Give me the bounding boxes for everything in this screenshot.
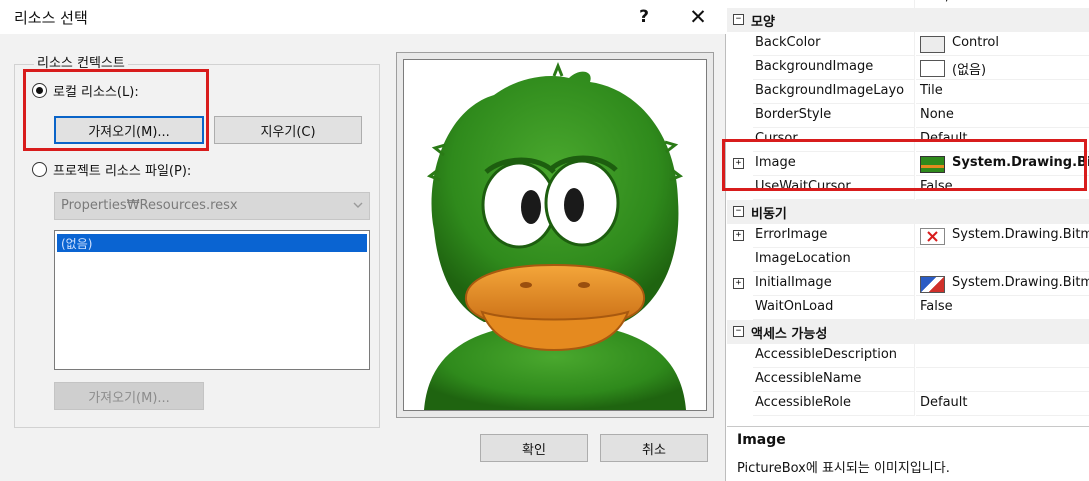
resource-listbox[interactable]: (없음) bbox=[54, 230, 370, 370]
dialog-titlebar: 리소스 선택 ? ✕ bbox=[0, 0, 726, 34]
property-row[interactable]: + ErrorImage System.Drawing.Bitmap bbox=[727, 224, 1089, 248]
property-row[interactable]: AccessibleDescription bbox=[727, 344, 1089, 368]
category-name: 모양 bbox=[751, 15, 775, 30]
property-category[interactable]: − 액세스 가능성 bbox=[727, 320, 1089, 344]
property-value[interactable]: False bbox=[916, 296, 1089, 320]
plus-box-icon[interactable]: + bbox=[733, 230, 744, 241]
property-value[interactable]: None bbox=[916, 104, 1089, 128]
resource-select-dialog: 리소스 선택 ? ✕ 리소스 컨텍스트 로컬 리소스(L): 가져오기(M)..… bbox=[0, 0, 726, 481]
empty-swatch-icon bbox=[920, 60, 945, 77]
property-name: BackgroundImage bbox=[753, 56, 915, 80]
import-button[interactable]: 가져오기(M)... bbox=[54, 116, 204, 144]
radio-unchecked-icon bbox=[32, 162, 47, 177]
property-value[interactable]: System.Drawing.Bitmap bbox=[916, 272, 1089, 296]
close-button[interactable]: ✕ bbox=[683, 3, 713, 31]
property-value-text: System.Drawing.Bitmap bbox=[952, 227, 1089, 242]
plus-box-icon[interactable]: + bbox=[733, 278, 744, 289]
property-name: UseWaitCursor bbox=[753, 176, 915, 200]
property-row[interactable]: WaitOnLoad False bbox=[727, 296, 1089, 320]
duck-swatch-icon bbox=[920, 156, 945, 173]
radio-checked-icon bbox=[32, 83, 47, 98]
property-row[interactable]: BackColor Control bbox=[727, 32, 1089, 56]
image-preview-frame bbox=[396, 52, 714, 418]
property-row[interactable]: + InitialImage System.Drawing.Bitmap bbox=[727, 272, 1089, 296]
error-swatch-icon bbox=[920, 228, 945, 245]
property-row[interactable]: AccessibleName bbox=[727, 368, 1089, 392]
property-name: BorderStyle bbox=[753, 104, 915, 128]
property-name: WaitOnLoad bbox=[753, 296, 915, 320]
property-description: Image PictureBox에 표시되는 이미지입니다. bbox=[727, 426, 1089, 481]
property-category[interactable]: − 모양 bbox=[727, 8, 1089, 32]
description-title: Image bbox=[737, 432, 786, 448]
local-resource-label: 로컬 리소스(L): bbox=[53, 85, 139, 100]
property-row[interactable]: BackgroundImageLayo Tile bbox=[727, 80, 1089, 104]
resource-file-combo-value: Properties₩Resources.resx bbox=[61, 198, 238, 213]
control-swatch-icon bbox=[920, 36, 945, 53]
project-resource-radio[interactable]: 프로젝트 리소스 파일(P): bbox=[32, 160, 191, 179]
property-value[interactable]: (없음) bbox=[916, 56, 1089, 80]
category-name: 액세스 가능성 bbox=[751, 327, 828, 342]
property-value-text: False bbox=[920, 299, 953, 314]
chevron-down-icon bbox=[353, 202, 363, 208]
property-name: AccessibleDescription bbox=[753, 344, 915, 368]
ok-button[interactable]: 확인 bbox=[480, 434, 588, 462]
property-value[interactable] bbox=[916, 248, 1089, 272]
plus-box-icon[interactable]: + bbox=[733, 158, 744, 169]
property-value-text: False bbox=[920, 179, 953, 194]
dialog-title: 리소스 선택 bbox=[14, 9, 88, 27]
property-row[interactable]: Cursor Default bbox=[727, 128, 1089, 152]
import-button-disabled: 가져오기(M)... bbox=[54, 382, 204, 410]
property-category[interactable]: − 비동기 bbox=[727, 200, 1089, 224]
help-button[interactable]: ? bbox=[630, 3, 658, 31]
property-value[interactable]: Control bbox=[916, 32, 1089, 56]
property-value[interactable]: False bbox=[916, 176, 1089, 200]
property-name: Cursor bbox=[753, 128, 915, 152]
property-name: BackgroundImageLayo bbox=[753, 80, 915, 104]
property-row[interactable]: UseWaitCursor False bbox=[727, 176, 1089, 200]
property-value[interactable]: Default bbox=[916, 128, 1089, 152]
property-grid: Size 248, 377 −모양BackColorControlBackgro… bbox=[722, 0, 1089, 481]
image-preview bbox=[403, 59, 707, 411]
cancel-button[interactable]: 취소 bbox=[600, 434, 708, 462]
property-name: ImageLocation bbox=[753, 248, 915, 272]
property-value-text: Control bbox=[952, 35, 999, 50]
property-name: InitialImage bbox=[753, 272, 915, 296]
property-name: BackColor bbox=[753, 32, 915, 56]
list-item[interactable]: (없음) bbox=[57, 234, 367, 252]
property-value-text: (없음) bbox=[952, 63, 987, 78]
duck-image bbox=[424, 61, 686, 410]
property-value[interactable]: System.Drawing.Bitmap bbox=[916, 152, 1089, 176]
property-name: Image bbox=[753, 152, 915, 176]
initial-swatch-icon bbox=[920, 276, 945, 293]
resource-context-label: 리소스 컨텍스트 bbox=[34, 52, 128, 71]
property-row[interactable]: BorderStyle None bbox=[727, 104, 1089, 128]
resource-file-combo[interactable]: Properties₩Resources.resx bbox=[54, 192, 370, 220]
property-value[interactable] bbox=[916, 368, 1089, 392]
property-name: AccessibleName bbox=[753, 368, 915, 392]
property-row[interactable]: BackgroundImage (없음) bbox=[727, 56, 1089, 80]
property-name: ErrorImage bbox=[753, 224, 915, 248]
project-resource-label: 프로젝트 리소스 파일(P): bbox=[53, 164, 192, 179]
description-text: PictureBox에 표시되는 이미지입니다. bbox=[737, 461, 950, 476]
property-row[interactable]: ImageLocation bbox=[727, 248, 1089, 272]
minus-box-icon[interactable]: − bbox=[733, 14, 744, 25]
clear-button[interactable]: 지우기(C) bbox=[214, 116, 362, 144]
property-value[interactable]: Default bbox=[916, 392, 1089, 416]
property-value[interactable]: Tile bbox=[916, 80, 1089, 104]
property-value-text: System.Drawing.Bitmap bbox=[952, 275, 1089, 290]
property-value-text: None bbox=[920, 107, 954, 122]
property-value-text: Default bbox=[920, 131, 968, 146]
property-value[interactable]: System.Drawing.Bitmap bbox=[916, 224, 1089, 248]
property-value-text: System.Drawing.Bitmap bbox=[952, 155, 1089, 170]
minus-box-icon[interactable]: − bbox=[733, 206, 744, 217]
property-row[interactable]: AccessibleRole Default bbox=[727, 392, 1089, 416]
property-value[interactable] bbox=[916, 344, 1089, 368]
property-value-text: Default bbox=[920, 395, 968, 410]
property-row[interactable]: + Image System.Drawing.Bitmap bbox=[727, 152, 1089, 176]
local-resource-radio[interactable]: 로컬 리소스(L): bbox=[32, 81, 139, 100]
property-value-text: Tile bbox=[920, 83, 943, 98]
minus-box-icon[interactable]: − bbox=[733, 326, 744, 337]
category-name: 비동기 bbox=[751, 207, 787, 222]
property-name: AccessibleRole bbox=[753, 392, 915, 416]
